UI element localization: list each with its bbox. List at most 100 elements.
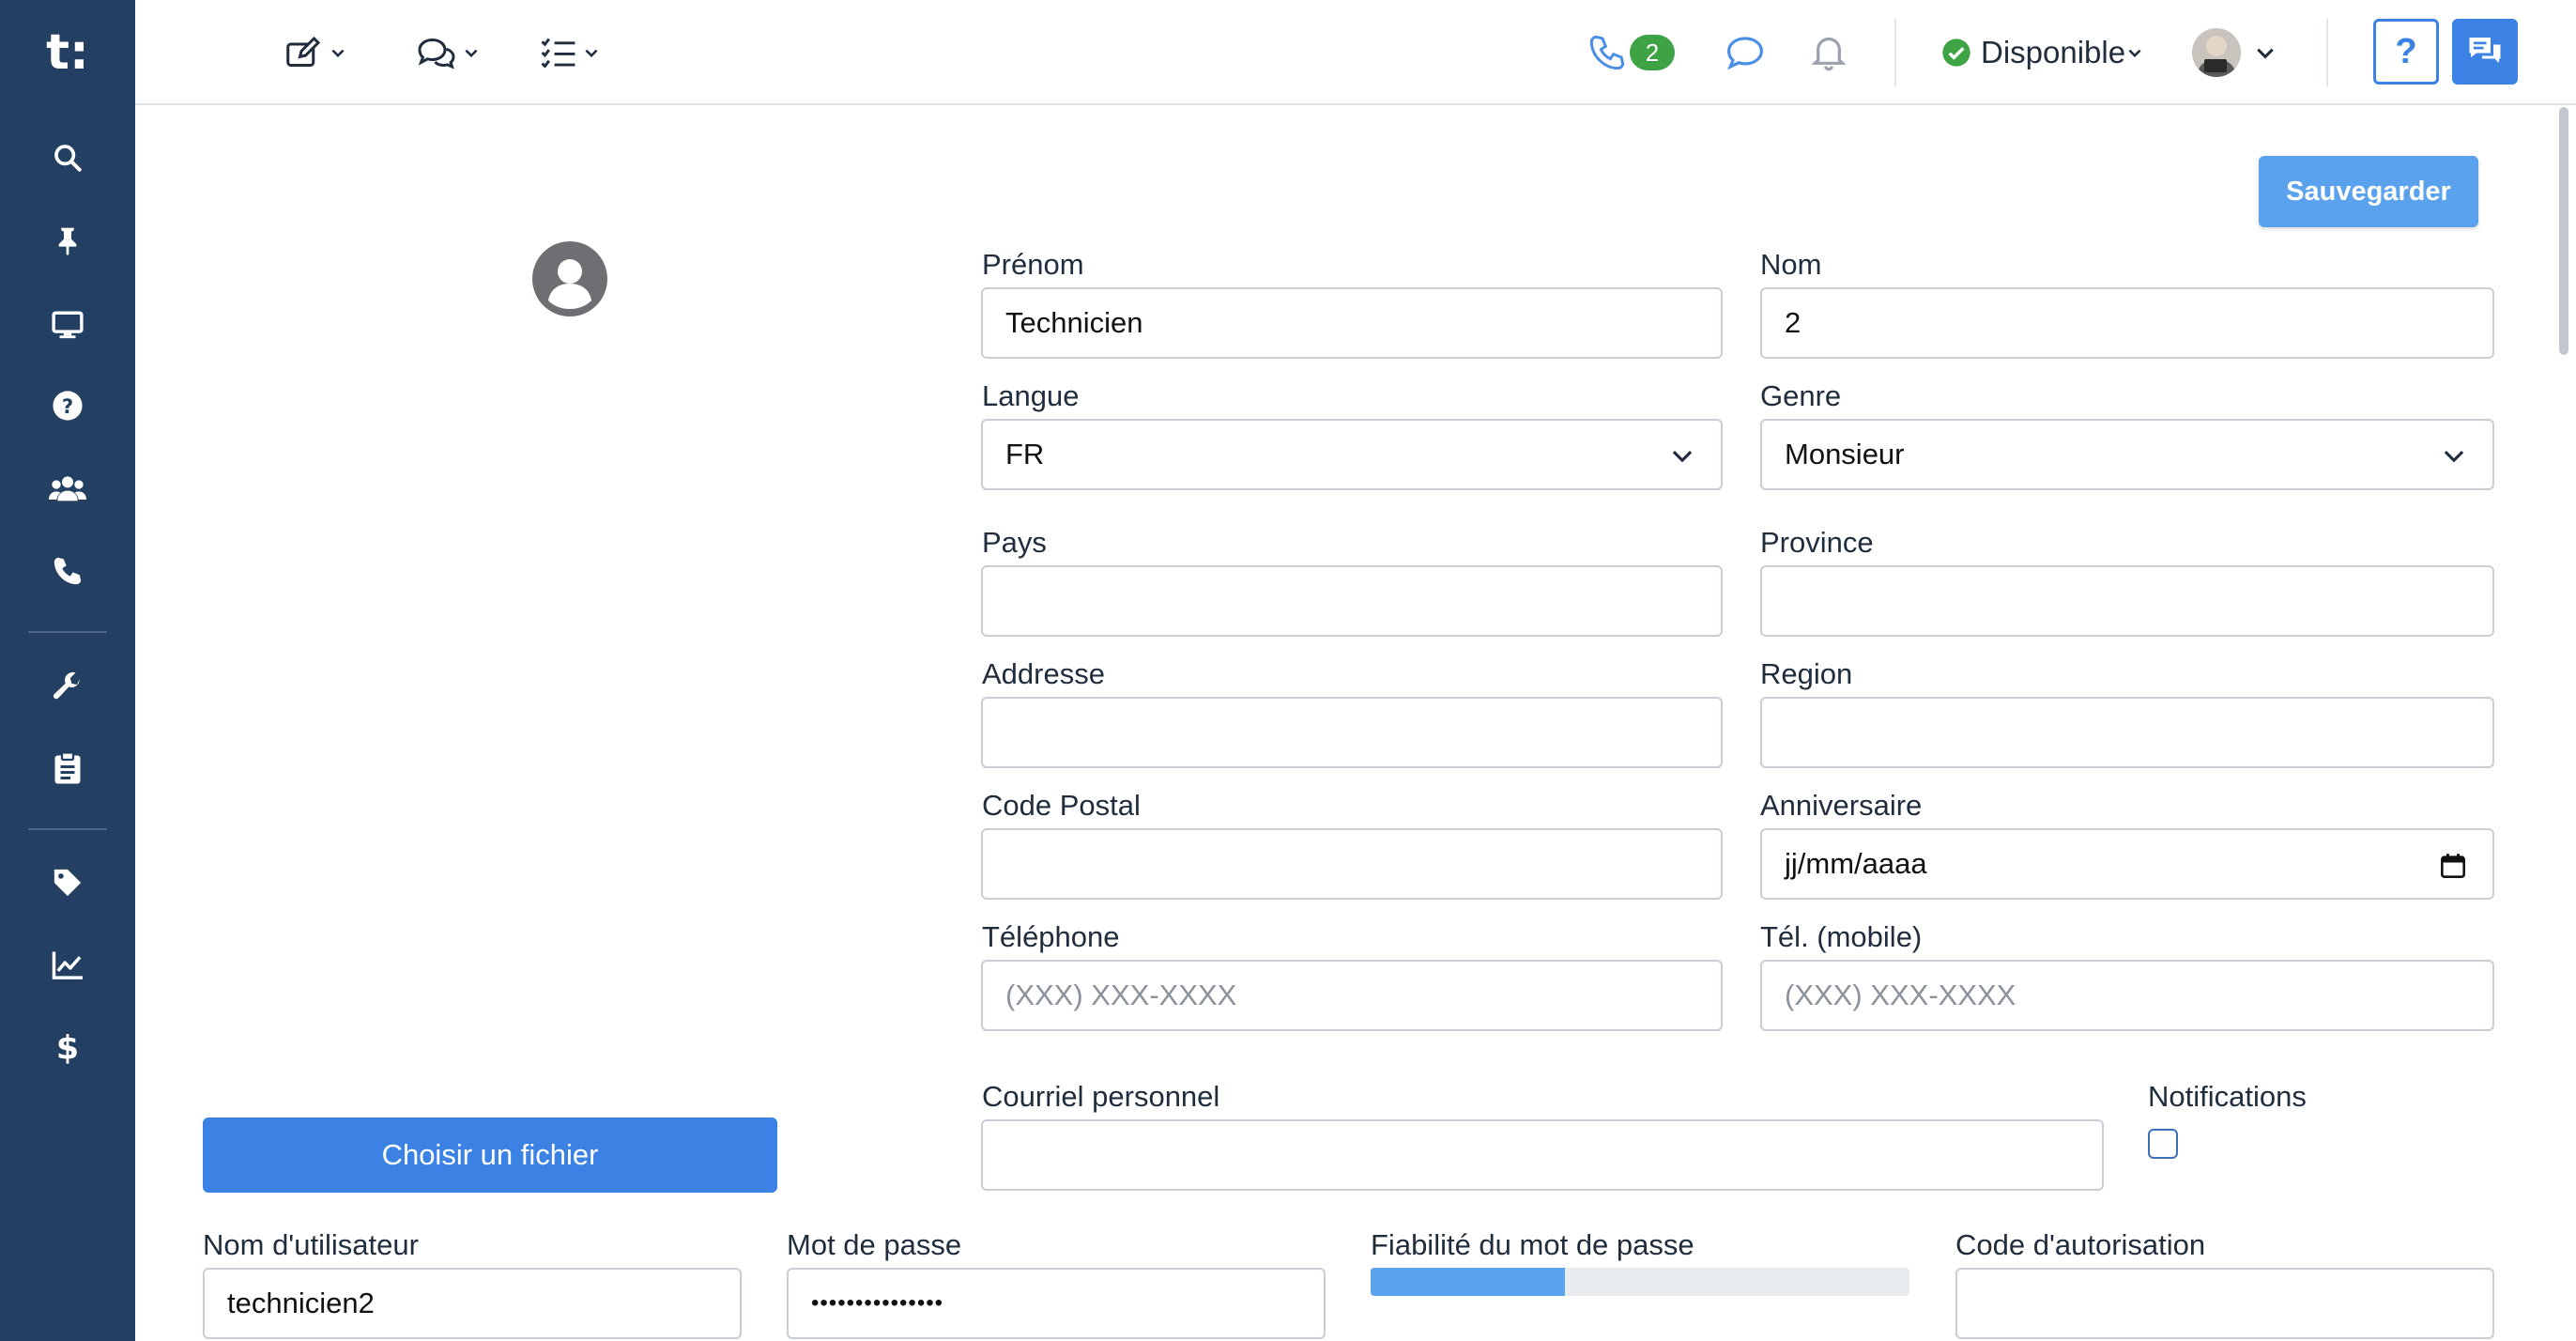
province-field[interactable]	[1760, 565, 2494, 637]
sidebar: t: ? $	[0, 0, 135, 1341]
sidebar-item-billing[interactable]: $	[41, 1022, 94, 1074]
last-name-label: Nom	[1760, 248, 1822, 281]
sidebar-item-tools[interactable]	[41, 661, 94, 714]
help-button[interactable]: ?	[2373, 19, 2439, 85]
choose-file-button[interactable]: Choisir un fichier	[203, 1118, 777, 1193]
language-label: Langue	[982, 379, 1080, 412]
gender-label: Genre	[1760, 379, 1842, 412]
password-value: •••••••••••••••	[811, 1290, 944, 1316]
chevron-down-icon	[2444, 450, 2464, 463]
phone-placeholder: (XXX) XXX-XXXX	[1005, 979, 1237, 1011]
chevron-down-icon	[2128, 49, 2141, 58]
sidebar-item-search[interactable]	[41, 131, 94, 184]
check-circle-icon	[1942, 39, 1970, 67]
clipboard-icon	[54, 751, 81, 784]
chevron-down-icon	[585, 49, 598, 58]
sidebar-item-tags[interactable]	[41, 856, 94, 909]
password-field[interactable]: •••••••••••••••	[787, 1268, 1326, 1339]
sidebar-item-users[interactable]	[41, 462, 94, 515]
password-strength-fill	[1371, 1268, 1565, 1296]
tasks-menu[interactable]	[541, 26, 599, 79]
region-field[interactable]	[1760, 697, 2494, 768]
new-ticket-menu[interactable]	[285, 26, 345, 79]
birthday-date-input[interactable]: jj/mm/aaaa	[1760, 828, 2494, 900]
scrollbar-thumb[interactable]	[2559, 107, 2568, 355]
country-field[interactable]	[981, 565, 1723, 637]
address-label: Addresse	[982, 657, 1105, 690]
region-label: Region	[1760, 657, 1853, 690]
save-button[interactable]: Sauvegarder	[2259, 156, 2478, 227]
username-value: technicien2	[227, 1287, 375, 1319]
chat-bubbles-icon	[418, 38, 455, 69]
phone-count-badge: 2	[1630, 35, 1675, 70]
sidebar-item-reports[interactable]	[41, 939, 94, 992]
last-name-field[interactable]: 2	[1760, 287, 2494, 359]
notifications-checkbox[interactable]	[2148, 1129, 2178, 1159]
postal-code-field[interactable]	[981, 828, 1723, 900]
status-dropdown[interactable]: Disponible	[1941, 26, 2142, 79]
top-bar: 2 Disponible ?	[135, 0, 2576, 105]
notifications-label: Notifications	[2148, 1080, 2307, 1113]
language-value: FR	[1005, 438, 1045, 470]
first-name-field[interactable]: Technicien	[981, 287, 1723, 359]
first-name-label: Prénom	[982, 248, 1084, 281]
sidebar-divider	[28, 828, 107, 830]
birthday-placeholder: jj/mm/aaaa	[1785, 847, 1927, 880]
language-select[interactable]: FR	[981, 419, 1723, 490]
personal-email-field[interactable]	[981, 1119, 2104, 1191]
first-name-value: Technicien	[1005, 306, 1143, 339]
profile-avatar-icon[interactable]	[531, 240, 608, 317]
phone-label: Téléphone	[982, 920, 1120, 953]
messages-button[interactable]	[1725, 26, 1765, 79]
logo-dot: :	[69, 24, 89, 81]
sidebar-item-clipboard[interactable]	[41, 742, 94, 794]
svg-text:$: $	[56, 1030, 79, 1066]
mobile-label: Tél. (mobile)	[1760, 920, 1923, 953]
calendar-icon[interactable]	[2440, 853, 2466, 879]
chat-bubble-icon	[1726, 37, 1764, 70]
sidebar-divider	[28, 631, 107, 633]
sidebar-item-monitor[interactable]	[41, 299, 94, 351]
sidebar-item-phone[interactable]	[41, 545, 94, 597]
phone-icon	[1589, 35, 1625, 70]
avatar	[2192, 28, 2241, 77]
username-field[interactable]: technicien2	[203, 1268, 742, 1339]
logo-letter: t	[46, 24, 70, 81]
page-scrollbar[interactable]	[2557, 107, 2570, 1341]
svg-text:?: ?	[62, 395, 73, 419]
dollar-icon: $	[56, 1030, 79, 1066]
chevron-down-icon	[331, 49, 345, 58]
task-list-icon	[541, 38, 575, 68]
bell-icon	[1811, 37, 1847, 71]
chevron-down-icon	[2257, 48, 2274, 59]
sidebar-item-help[interactable]: ?	[41, 379, 94, 432]
live-chat-button[interactable]	[2452, 19, 2518, 85]
chevron-down-icon	[1672, 450, 1693, 463]
auth-code-field[interactable]	[1955, 1268, 2494, 1339]
country-label: Pays	[982, 526, 1047, 559]
gender-select[interactable]: Monsieur	[1760, 419, 2494, 490]
password-label: Mot de passe	[787, 1228, 962, 1261]
password-strength-label: Fiabilité du mot de passe	[1371, 1228, 1694, 1261]
province-label: Province	[1760, 526, 1874, 559]
pin-icon	[58, 227, 77, 255]
question-circle-icon: ?	[53, 391, 83, 421]
personal-email-label: Courriel personnel	[982, 1080, 1220, 1113]
phone-field[interactable]: (XXX) XXX-XXXX	[981, 960, 1723, 1031]
mobile-field[interactable]: (XXX) XXX-XXXX	[1760, 960, 2494, 1031]
topbar-divider	[2326, 19, 2328, 86]
conversations-menu[interactable]	[417, 26, 479, 79]
status-label: Disponible	[1981, 35, 2126, 69]
phone-calls-button[interactable]: 2	[1588, 26, 1675, 79]
sidebar-item-pin[interactable]	[41, 214, 94, 267]
notifications-button[interactable]	[1810, 26, 1848, 79]
chat-icon	[2469, 38, 2501, 63]
users-icon	[49, 476, 86, 501]
chevron-down-icon	[465, 49, 478, 58]
user-menu[interactable]	[2191, 26, 2276, 79]
auth-code-label: Code d'autorisation	[1955, 1228, 2206, 1261]
address-field[interactable]	[981, 697, 1723, 768]
topbar-divider	[1894, 19, 1896, 86]
chart-line-icon	[52, 951, 83, 979]
app-logo[interactable]: t:	[0, 0, 135, 105]
